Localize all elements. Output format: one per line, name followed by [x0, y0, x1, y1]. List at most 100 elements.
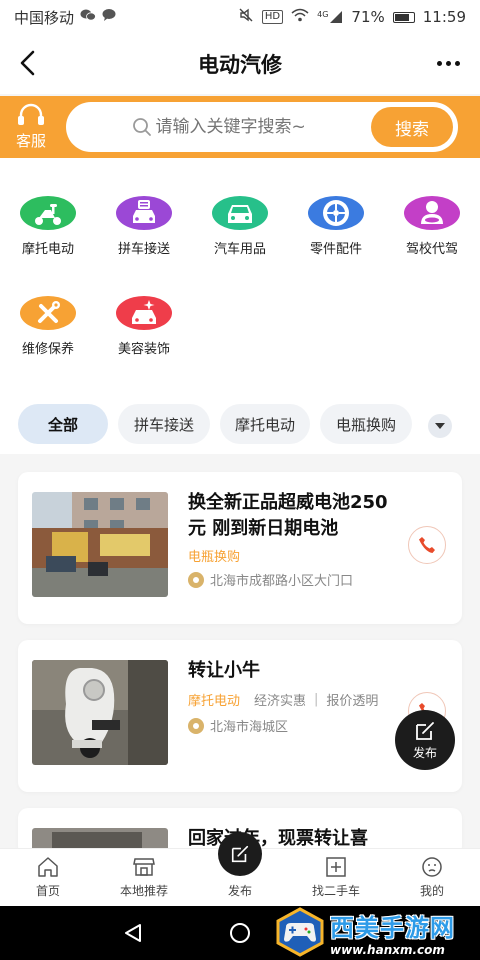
listing-tag: 电瓶换购 — [188, 550, 241, 565]
listing-tags: 电瓶换购 — [188, 546, 240, 565]
clock: 11:59 — [422, 8, 466, 26]
carrier-label: 中国移动 — [14, 8, 75, 27]
category-label: 汽车用品 — [213, 242, 266, 257]
listing-location: 北海市成都路小区大门口 — [188, 570, 353, 589]
store-icon — [133, 858, 155, 876]
nav-item-used-cars[interactable]: 找二手车 — [288, 849, 384, 907]
category-item-carpool[interactable]: 拼车接送 — [96, 158, 192, 257]
nav-label: 找二手车 — [311, 884, 360, 898]
nav-label: 我的 — [419, 884, 444, 898]
carwash-icon — [116, 296, 172, 330]
publish-tab-button[interactable] — [218, 832, 262, 876]
filter-expand-button[interactable] — [428, 414, 452, 438]
battery-percent: 71% — [351, 8, 385, 26]
category-item-driving-school[interactable]: 驾校代驾 — [384, 158, 480, 257]
nav-label: 发布 — [227, 884, 252, 898]
signal-icon: 4G — [317, 10, 343, 24]
filter-tab-battery[interactable]: 电瓶换购 — [320, 404, 412, 444]
edit-icon — [416, 721, 434, 740]
category-item-car-supplies[interactable]: 汽车用品 — [192, 158, 288, 257]
headset-icon — [18, 103, 44, 125]
watermark-url: www.hanxm.com — [330, 942, 445, 957]
customer-service-button[interactable]: 客服 — [0, 96, 62, 158]
carpool-icon — [116, 196, 172, 230]
nav-item-local[interactable]: 本地推荐 — [96, 849, 192, 907]
listing-card[interactable]: 转让小牛 摩托电动 经济实惠 | 报价透明 北海市海城区 — [18, 640, 462, 792]
search-input[interactable] — [155, 117, 336, 137]
category-item-parts[interactable]: 零件配件 — [288, 158, 384, 257]
tag-divider: | — [314, 692, 319, 707]
category-item-maintenance[interactable]: 维修保养 — [0, 258, 96, 357]
category-item-motorcycle[interactable]: 摩托电动 — [0, 158, 96, 257]
customer-service-label: 客服 — [15, 132, 46, 150]
tools-icon — [20, 296, 76, 330]
edit-icon — [231, 845, 249, 863]
phone-icon — [419, 537, 435, 553]
battery-icon — [392, 11, 415, 23]
more-menu-button[interactable] — [430, 48, 466, 78]
listing-tag: 报价透明 — [326, 694, 379, 709]
category-grid: 摩托电动 拼车接送 汽车用品 零件配件 驾校代驾 维修保养 美容装饰 — [0, 158, 480, 392]
listing-tag: 摩托电动 — [188, 694, 241, 709]
home-icon — [38, 857, 58, 877]
profile-face-icon — [422, 857, 442, 877]
back-arrow-icon — [20, 50, 35, 76]
nav-item-mine[interactable]: 我的 — [384, 849, 480, 907]
system-back-button[interactable] — [120, 920, 146, 946]
listing-title: 转让小牛 — [188, 660, 260, 681]
publish-fab-label: 发布 — [412, 745, 437, 760]
location-pin-icon — [188, 571, 204, 588]
category-label: 驾校代驾 — [405, 242, 458, 257]
wechat-icon — [80, 8, 96, 26]
search-icon — [132, 118, 151, 136]
filter-tabs: 全部 拼车接送 摩托电动 电瓶换购 — [0, 392, 480, 454]
wheel-icon — [308, 196, 364, 230]
listing-tags: 摩托电动 经济实惠 | 报价透明 — [188, 690, 378, 709]
listing-title: 换全新正品超威电池250元 刚到新日期电池 — [188, 492, 388, 539]
listing-location: 北海市海城区 — [188, 716, 288, 735]
search-field[interactable] — [66, 117, 371, 137]
scooter-icon — [20, 196, 76, 230]
site-watermark: 西美手游网 www.hanxm.com — [274, 904, 480, 960]
category-label: 零件配件 — [309, 242, 362, 257]
nav-bar: 电动汽修 — [0, 34, 480, 94]
circle-home-icon — [230, 923, 250, 943]
back-button[interactable] — [12, 48, 42, 78]
wifi-icon — [291, 8, 309, 26]
category-item-beauty[interactable]: 美容装饰 — [96, 258, 192, 357]
status-bar: 中国移动 HD 4G 71% 11:59 — [0, 0, 480, 34]
driver-icon — [404, 196, 460, 230]
publish-fab[interactable]: 发布 — [395, 710, 455, 770]
search-button[interactable]: 搜索 — [371, 107, 453, 147]
category-label: 美容装饰 — [117, 342, 170, 357]
location-text: 北海市海城区 — [210, 720, 289, 735]
search-band: 客服 搜索 — [0, 96, 480, 158]
listing-card[interactable]: 换全新正品超威电池250元 刚到新日期电池 电瓶换购 北海市成都路小区大门口 — [18, 472, 462, 624]
more-dot-icon — [436, 60, 442, 66]
nav-label: 首页 — [35, 884, 60, 898]
location-text: 北海市成都路小区大门口 — [210, 574, 354, 589]
system-home-button[interactable] — [227, 920, 253, 946]
more-dot-icon — [445, 60, 451, 66]
mute-icon — [238, 7, 254, 27]
chevron-down-icon — [435, 423, 445, 429]
listing-image — [32, 660, 168, 765]
more-dot-icon — [454, 60, 460, 66]
call-button[interactable] — [408, 526, 446, 564]
category-label: 维修保养 — [21, 342, 74, 357]
filter-tab-carpool[interactable]: 拼车接送 — [118, 404, 210, 444]
search-box: 搜索 — [66, 102, 458, 152]
plus-square-icon — [326, 857, 346, 877]
category-label: 摩托电动 — [21, 242, 74, 257]
nav-item-home[interactable]: 首页 — [0, 849, 96, 907]
page-title: 电动汽修 — [198, 53, 282, 77]
gamepad-logo-icon — [276, 907, 324, 957]
location-pin-icon — [188, 717, 204, 734]
message-icon — [102, 8, 116, 26]
nav-label: 本地推荐 — [119, 884, 168, 898]
hd-badge: HD — [261, 10, 284, 24]
watermark-title: 西美手游网 — [330, 913, 455, 942]
filter-tab-motorcycle[interactable]: 摩托电动 — [220, 404, 310, 444]
listing-image — [32, 492, 168, 597]
filter-tab-all[interactable]: 全部 — [18, 404, 108, 444]
